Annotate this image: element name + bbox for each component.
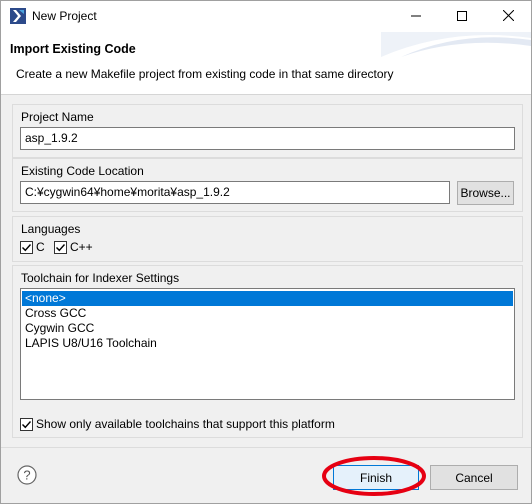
toolchain-list[interactable]: <none> Cross GCC Cygwin GCC LAPIS U8/U16… xyxy=(20,288,515,400)
toolchain-label: Toolchain for Indexer Settings xyxy=(21,271,180,285)
checkmark-icon xyxy=(56,244,66,252)
toolchain-item-cross-gcc[interactable]: Cross GCC xyxy=(22,306,86,321)
languages-group: Languages C C++ xyxy=(12,216,523,262)
toolchain-item-none[interactable]: <none> xyxy=(22,291,513,306)
code-location-input[interactable]: C:¥cygwin64¥home¥morita¥asp_1.9.2 xyxy=(20,181,450,204)
project-name-group: Project Name asp_1.9.2 xyxy=(12,104,523,158)
wizard-header: Import Existing Code Create a new Makefi… xyxy=(1,32,531,95)
page-title: Import Existing Code xyxy=(10,42,136,56)
title-bar: New Project xyxy=(1,1,531,32)
c-checkbox-label: C xyxy=(36,240,45,254)
toolchain-group: Toolchain for Indexer Settings <none> Cr… xyxy=(12,265,523,438)
cancel-button[interactable]: Cancel xyxy=(430,465,518,490)
new-project-dialog: New Project Import Existing Code Create … xyxy=(0,0,532,504)
browse-button[interactable]: Browse... xyxy=(457,181,514,205)
toolchain-item-lapis[interactable]: LAPIS U8/U16 Toolchain xyxy=(22,336,157,351)
code-location-group: Existing Code Location C:¥cygwin64¥home¥… xyxy=(12,158,523,212)
close-button[interactable] xyxy=(485,1,531,32)
footer-divider xyxy=(1,447,531,448)
minimize-button[interactable] xyxy=(393,1,439,32)
maximize-icon xyxy=(457,10,467,24)
finish-highlight-annotation xyxy=(321,455,427,497)
app-icon xyxy=(10,8,26,24)
minimize-icon xyxy=(411,10,421,24)
show-available-toolchains-checkbox[interactable] xyxy=(20,418,33,431)
page-description: Create a new Makefile project from exist… xyxy=(16,67,394,81)
cpp-checkbox[interactable] xyxy=(54,241,67,254)
maximize-button[interactable] xyxy=(439,1,485,32)
header-decoration-graphic xyxy=(381,32,531,57)
project-name-input[interactable]: asp_1.9.2 xyxy=(20,127,515,150)
svg-text:?: ? xyxy=(23,468,30,483)
checkmark-icon xyxy=(22,421,32,429)
code-location-label: Existing Code Location xyxy=(21,164,144,178)
project-name-label: Project Name xyxy=(21,110,94,124)
cpp-checkbox-label: C++ xyxy=(70,240,93,254)
c-checkbox[interactable] xyxy=(20,241,33,254)
window-title: New Project xyxy=(32,9,97,23)
show-available-toolchains-label: Show only available toolchains that supp… xyxy=(36,417,335,431)
checkmark-icon xyxy=(22,244,32,252)
languages-label: Languages xyxy=(21,222,81,236)
toolchain-item-cygwin-gcc[interactable]: Cygwin GCC xyxy=(22,321,94,336)
help-icon[interactable]: ? xyxy=(17,465,37,485)
close-icon xyxy=(502,9,514,24)
